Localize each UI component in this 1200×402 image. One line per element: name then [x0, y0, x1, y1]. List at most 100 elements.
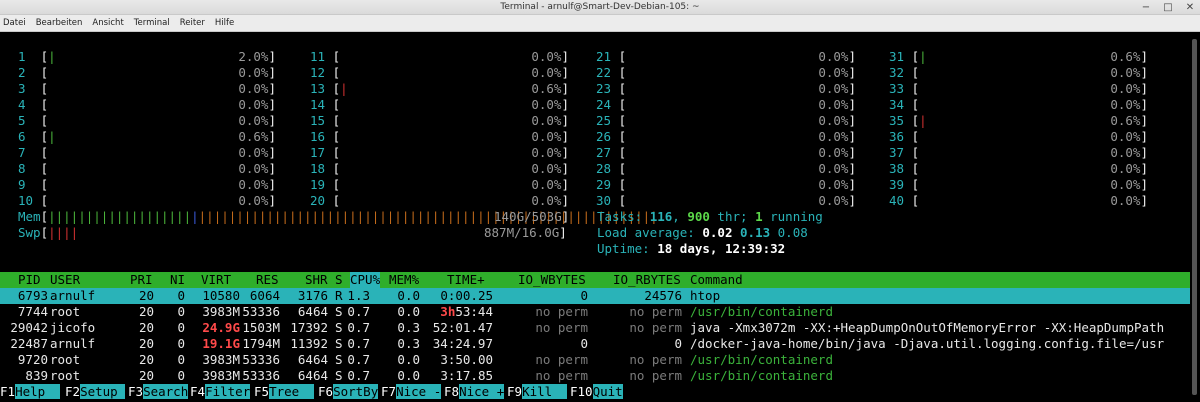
cell-ior: no perm	[629, 320, 682, 335]
fkey-f4[interactable]: F4Filter	[190, 384, 251, 400]
cpu-percent: 0.0%]	[238, 177, 276, 192]
cpu-meter: 1 [|	[18, 49, 56, 64]
menu-datei[interactable]: Datei	[3, 15, 26, 32]
fkey-f10[interactable]: F10Quit	[570, 384, 623, 400]
menu-reiter[interactable]: Reiter	[180, 15, 205, 32]
menu-ansicht[interactable]: Ansicht	[92, 15, 123, 32]
table-row[interactable]: 9720 root 20 0 3983M 53336 6464 S 0.7 0.0 3:50.00 n…	[0, 352, 1190, 368]
cpu-meter: 32 [	[889, 65, 920, 80]
cpu-meter: 30 [	[596, 193, 627, 208]
cpu-meter: 20 [	[310, 193, 341, 208]
cell-shr: 6464	[297, 304, 328, 319]
cell-virt: 19.1G	[202, 336, 240, 351]
col-state[interactable]: S	[335, 272, 343, 288]
cpu-meter: 27 [	[596, 145, 627, 160]
fkey-f3[interactable]: F3Search	[128, 384, 189, 400]
table-row-selected[interactable]: 6793 arnulf 20 0 10580 6064 3176 R 1.3 0.0 0:00.25…	[0, 288, 1190, 304]
fkey-f9[interactable]: F9Kill	[507, 384, 568, 400]
cpu-number: 39	[889, 177, 905, 192]
cpu-number: 20	[310, 193, 326, 208]
cell-virt: 24.9G	[202, 320, 240, 335]
col-shr[interactable]: SHR	[305, 272, 328, 288]
col-time[interactable]: TIME+	[447, 272, 485, 288]
cell-pri: 20	[138, 304, 154, 319]
col-cpu[interactable]: CPU%	[350, 272, 381, 288]
cpu-percent: 0.0%]	[1110, 177, 1148, 192]
menu-terminal[interactable]: Terminal	[134, 15, 170, 32]
col-user[interactable]: USER	[50, 272, 80, 288]
cpu-meter: 40 [	[889, 193, 920, 208]
cell-cpu: 0.7	[347, 352, 370, 367]
cpu-percent: 0.0%]	[818, 49, 856, 64]
cell-res: 53336	[242, 368, 280, 383]
cpu-percent: 0.0%]	[818, 113, 856, 128]
table-row[interactable]: 22487 arnulf 20 0 19.1G 1794M 11392 S 0.7 0.3 34:2…	[0, 336, 1190, 352]
fkey-f1[interactable]: F1Help	[0, 384, 61, 400]
scrollbar-thumb[interactable]	[1192, 39, 1197, 395]
cpu-number: 30	[596, 193, 612, 208]
table-row[interactable]: 29042 jicofo 20 0 24.9G 1503M 17392 S 0.7 0.3 52:0…	[0, 320, 1190, 336]
fkey-f5[interactable]: F5Tree	[254, 384, 315, 400]
col-command[interactable]: Command	[690, 272, 743, 288]
col-io-wbytes[interactable]: IO_WBYTES	[518, 272, 586, 288]
menu-hilfe[interactable]: Hilfe	[215, 15, 234, 32]
col-pri[interactable]: PRI	[130, 272, 153, 288]
cpu-number: 33	[889, 81, 905, 96]
cpu-percent: 0.0%]	[1110, 161, 1148, 176]
cell-s: S	[335, 336, 343, 351]
col-pid[interactable]: PID	[18, 272, 41, 288]
fkey-f8[interactable]: F8Nice +	[444, 384, 505, 400]
cell-res: 53336	[242, 352, 280, 367]
cpu-number: 7	[18, 145, 26, 160]
col-ni[interactable]: NI	[170, 272, 185, 288]
window-titlebar[interactable]: Terminal - arnulf@Smart-Dev-Debian-105: …	[0, 0, 1200, 15]
cell-cpu: 0.7	[347, 368, 370, 383]
cpu-meter: 31 [|	[889, 49, 927, 64]
cpu-number: 36	[889, 129, 905, 144]
cell-cmd: htop	[690, 288, 721, 303]
uptime-line: Uptime: 18 days, 12:39:32	[597, 241, 786, 256]
cell-s: S	[335, 304, 343, 319]
cell-user: arnulf	[50, 336, 96, 351]
cell-cmd: java -Xmx3072m -XX:+HeapDumpOnOutOfMemor…	[690, 320, 1165, 335]
load-average-line: Load average: 0.02 0.13 0.08	[597, 225, 808, 240]
cell-res: 1503M	[242, 320, 280, 335]
maximize-icon[interactable]: □	[1162, 0, 1174, 15]
cpu-number: 3	[18, 81, 26, 96]
cpu-number: 13	[310, 81, 326, 96]
cpu-percent: 0.0%]	[531, 177, 569, 192]
cpu-percent: 0.0%]	[531, 65, 569, 80]
cell-time: 3:17.85	[440, 368, 493, 383]
cpu-number: 17	[310, 145, 326, 160]
terminal-area[interactable]: 1 [| 2.0%] 2 [0.0%] 3 [0.0%] 4 [0.0%] 5 [0.0%…	[0, 33, 1190, 402]
cell-iow: no perm	[535, 352, 588, 367]
mem-value: 140G/503G]	[494, 209, 570, 224]
cpu-meter: 35 [|	[889, 113, 927, 128]
col-io-rbytes[interactable]: IO_RBYTES	[613, 272, 681, 288]
cell-mem: 0.0	[397, 352, 420, 367]
cpu-number: 1	[18, 49, 26, 64]
cpu-meter: 39 [	[889, 177, 920, 192]
fkey-f7[interactable]: F7Nice -	[381, 384, 442, 400]
cell-ior: no perm	[629, 368, 682, 383]
col-res[interactable]: RES	[256, 272, 279, 288]
col-virt[interactable]: VIRT	[201, 272, 231, 288]
process-table-header[interactable]: PID USER PRI NI VIRT RES SHR S CPU% MEM%…	[0, 272, 1190, 288]
close-icon[interactable]: ✕	[1184, 0, 1196, 15]
col-mem[interactable]: MEM%	[389, 272, 419, 288]
fkey-f6[interactable]: F6SortBy	[318, 384, 379, 400]
minimize-icon[interactable]: −	[1140, 0, 1152, 15]
scrollbar[interactable]	[1190, 33, 1200, 402]
cpu-percent: 0.0%]	[818, 81, 856, 96]
cpu-percent: 0.0%]	[531, 97, 569, 112]
menu-bearbeiten[interactable]: Bearbeiten	[36, 15, 83, 32]
cpu-meter: 2 [	[18, 65, 49, 80]
cell-ior: no perm	[629, 352, 682, 367]
cell-virt: 3983M	[202, 368, 240, 383]
table-row[interactable]: 839 root 20 0 3983M 53336 6464 S 0.7 0.0 3:17.85 no…	[0, 368, 1190, 384]
table-row[interactable]: 7744 root 20 0 3983M 53336 6464 S 0.7 0.0 3h53:44 n…	[0, 304, 1190, 320]
cpu-number: 18	[310, 161, 326, 176]
cpu-percent: 0.0%]	[238, 161, 276, 176]
fkey-f2[interactable]: F2Setup	[65, 384, 126, 400]
cpu-meter: 11 [	[310, 49, 341, 64]
